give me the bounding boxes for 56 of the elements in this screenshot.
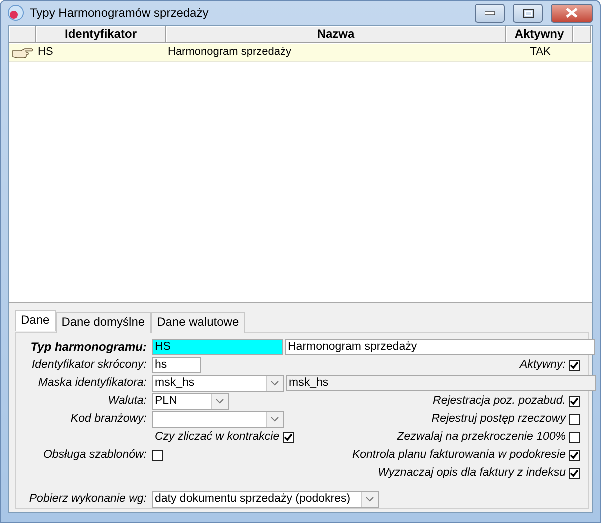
checkbox[interactable] <box>569 432 580 442</box>
tab[interactable]: Dane walutowe <box>151 312 246 333</box>
currency-dropdown[interactable]: PLN <box>152 392 229 410</box>
field-label: Typ harmonogramu: <box>30 340 148 354</box>
maximize-button[interactable] <box>513 4 543 22</box>
minimize-button[interactable] <box>475 4 505 22</box>
checkbox[interactable] <box>569 468 580 478</box>
column-header[interactable]: Aktywny <box>506 26 573 43</box>
dropdown-button[interactable] <box>266 412 283 426</box>
field-label: Pobierz wykonanie wg: <box>28 493 148 505</box>
chevron-down-icon <box>271 416 279 422</box>
column-header[interactable]: Identyfikator <box>36 26 166 43</box>
dropdown-button[interactable] <box>211 394 228 408</box>
flag-label: Rejestruj postęp rzeczowy <box>432 413 566 425</box>
checkbox[interactable] <box>152 450 163 460</box>
checkbox[interactable] <box>282 432 294 442</box>
minimize-icon <box>485 11 495 15</box>
app-logo-icon <box>8 5 24 21</box>
close-button[interactable] <box>551 4 593 22</box>
tab[interactable]: Dane domyślne <box>56 312 152 333</box>
table-cell-text: HS <box>37 45 54 60</box>
grid-row[interactable]: HS Harmonogram sprzedaży TAK <box>9 44 592 62</box>
checkbox[interactable] <box>569 360 580 370</box>
fetch-by-dropdown[interactable]: daty dokumentu sprzedaży (podokres) <box>152 490 379 508</box>
flag-label: Rejestracja poz. pozabud. <box>433 395 566 407</box>
table-cell-text: TAK <box>529 45 552 60</box>
checkbox[interactable] <box>569 414 580 424</box>
close-icon <box>566 8 578 18</box>
field-label: Waluta: <box>107 395 148 407</box>
mask-dropdown[interactable]: msk_hs <box>152 374 284 392</box>
maximize-icon <box>522 8 534 18</box>
flag-label: Wyznaczaj opis dla faktury z indeksu <box>378 467 566 479</box>
checkbox[interactable] <box>569 450 580 460</box>
chevron-down-icon <box>216 398 224 404</box>
chevron-down-icon <box>271 380 279 386</box>
window-title: Typy Harmonogramów sprzedaży <box>30 6 210 20</box>
checkbox[interactable] <box>569 396 580 406</box>
chevron-down-icon <box>366 496 374 502</box>
tab[interactable]: Dane <box>15 310 56 331</box>
code-field[interactable]: HS <box>152 339 283 355</box>
dropdown-button[interactable] <box>266 376 283 390</box>
flag-label: Kontrola planu fakturowania w podokresie <box>352 449 566 461</box>
name-field[interactable]: Harmonogram sprzedaży <box>285 339 595 355</box>
flag-label: Aktywny: <box>520 359 566 371</box>
table-cell-text: Harmonogram sprzedaży <box>167 45 292 60</box>
column-header[interactable]: Nazwa <box>166 26 506 43</box>
short-id-field[interactable]: hs <box>152 357 201 373</box>
field-label: Kod branżowy: <box>70 413 148 425</box>
checkbox-label: Czy zliczać w kontrakcie <box>155 431 280 443</box>
mask-description-field: msk_hs <box>286 375 596 391</box>
field-label: Identyfikator skrócony: <box>30 359 148 371</box>
dropdown-button[interactable] <box>361 492 378 506</box>
pointing-hand-icon <box>12 46 34 58</box>
field-label: Maska identyfikatora: <box>37 377 148 389</box>
flag-label: Zezwalaj na przekroczenie 100% <box>397 431 566 443</box>
field-label: Obsługa szablonów: <box>42 449 148 461</box>
